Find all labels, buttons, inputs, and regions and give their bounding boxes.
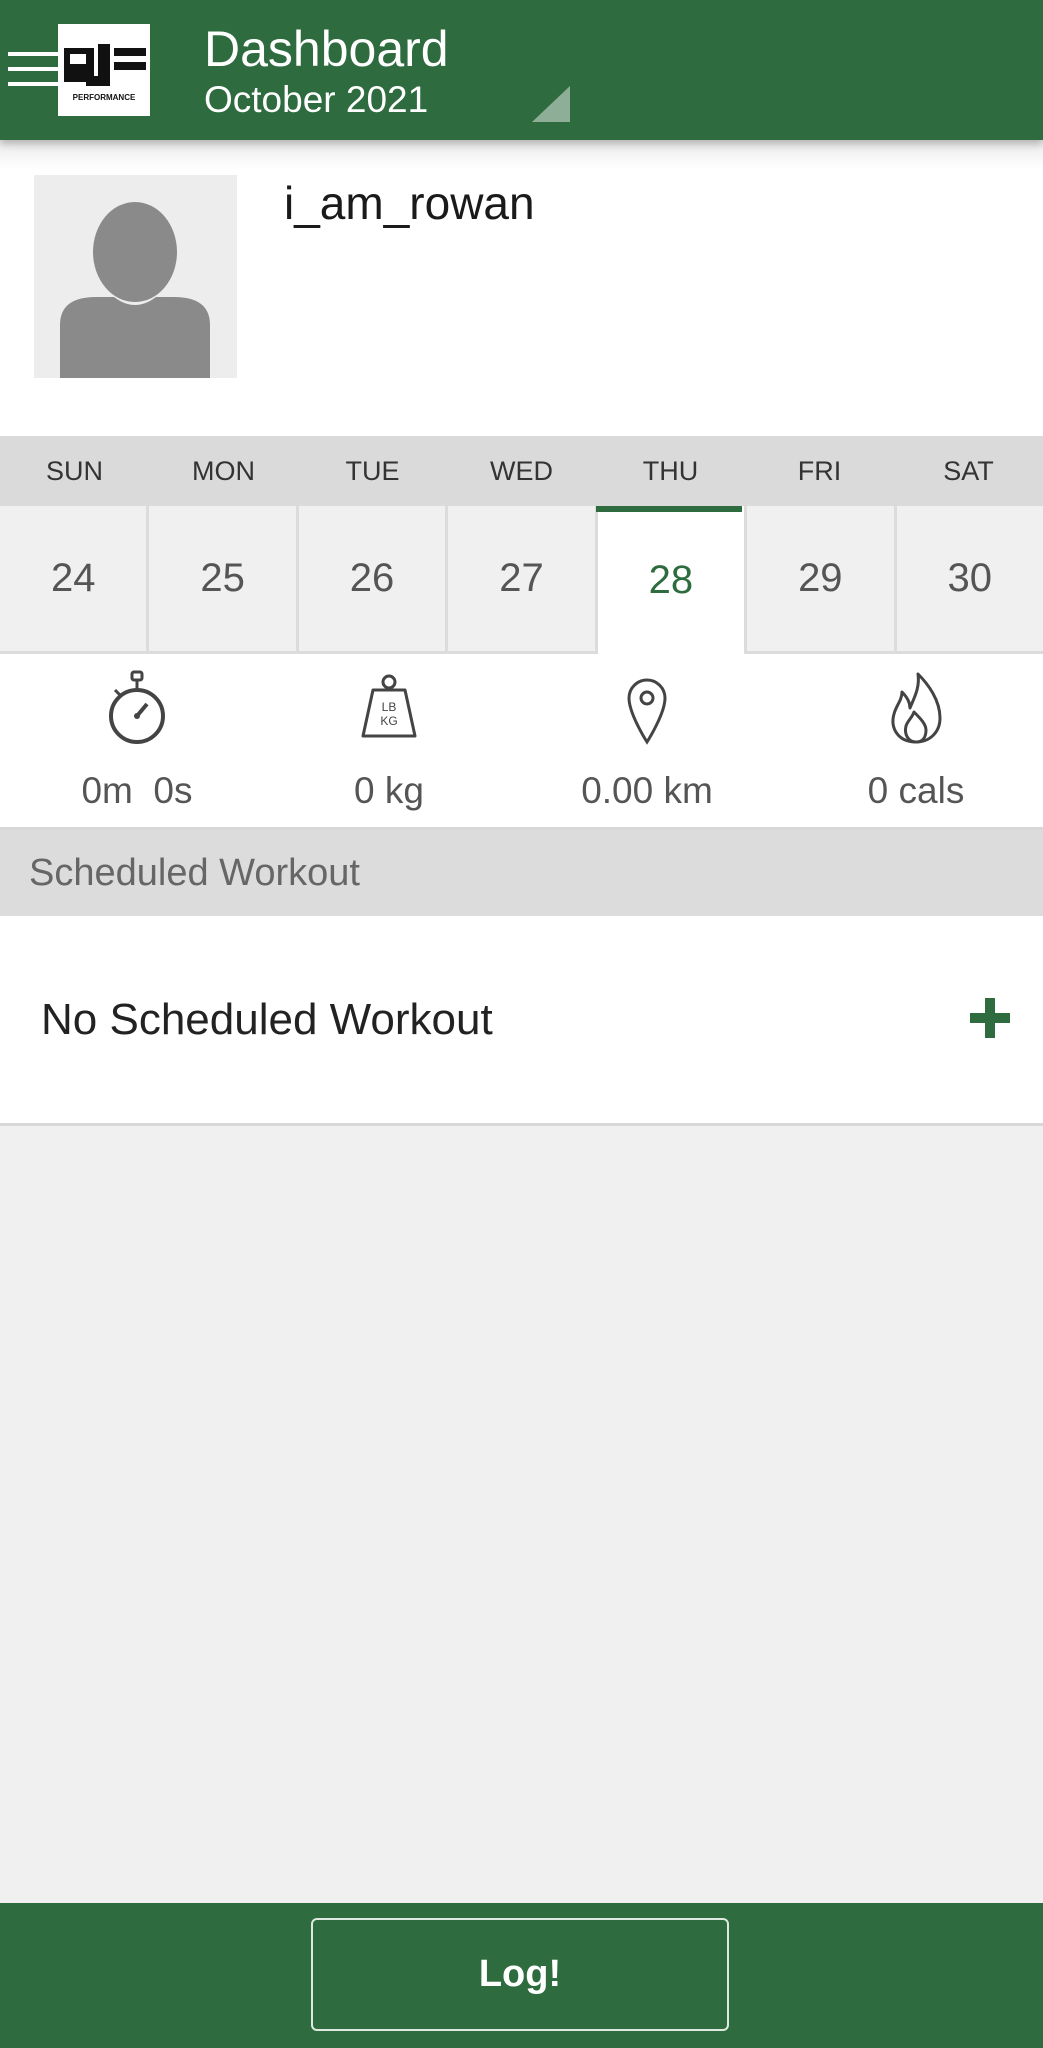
weight-value: 0 kg <box>354 770 424 811</box>
profile-section: i_am_rowan <box>0 140 1043 436</box>
duration-value: 0m 0s <box>81 770 193 811</box>
day-selector: 24 25 26 27 28 29 30 <box>0 506 1043 654</box>
menu-icon[interactable] <box>8 52 62 93</box>
distance-value: 0.00 km <box>581 770 713 811</box>
day-cell[interactable]: 27 <box>448 506 598 654</box>
stats-row: 0m 0s LB KG 0 kg 0.00 km 0 cals <box>0 654 1043 830</box>
calories-stat: 0 cals <box>786 654 1043 830</box>
duration-stat: 0m 0s <box>7 654 267 830</box>
default-avatar-icon[interactable] <box>34 175 237 378</box>
stopwatch-icon <box>109 670 165 744</box>
day-cell[interactable]: 25 <box>149 506 299 654</box>
header-shadow <box>0 140 1043 170</box>
selected-day-indicator <box>596 506 742 512</box>
weekday-label: FRI <box>797 456 842 486</box>
day-cell[interactable]: 26 <box>298 506 449 654</box>
app-logo: PERFORMANCE <box>58 24 150 116</box>
username: i_am_rowan <box>284 177 535 229</box>
weight-unit-lb: LB <box>382 700 397 714</box>
dropdown-triangle-icon[interactable] <box>532 86 570 127</box>
weight-icon: LB KG <box>361 674 417 738</box>
weekday-label: SAT <box>943 456 994 486</box>
empty-workout-text: No Scheduled Workout <box>41 995 493 1044</box>
calories-value: 0 cals <box>867 770 965 811</box>
distance-stat: 0.00 km <box>517 654 777 830</box>
flame-icon <box>891 672 942 744</box>
day-cell-selected[interactable]: 28 <box>597 506 748 654</box>
svg-text:PERFORMANCE: PERFORMANCE <box>73 93 136 102</box>
month-selector[interactable]: October 2021 <box>204 78 428 122</box>
weekday-label: TUE <box>345 456 400 486</box>
weekday-label: SUN <box>45 456 103 486</box>
bottom-bar: Log! <box>0 1903 1043 2048</box>
weight-stat: LB KG 0 kg <box>259 654 519 830</box>
day-cell[interactable]: 29 <box>747 506 897 654</box>
scheduled-workout-row[interactable]: No Scheduled Workout <box>0 916 1043 1126</box>
weekday-label: MON <box>192 456 255 486</box>
weekday-label: WED <box>490 456 553 486</box>
page-title: Dashboard <box>204 21 449 77</box>
location-pin-icon <box>627 678 667 745</box>
app-header: PERFORMANCE Dashboard October 2021 <box>0 0 1043 140</box>
weekday-header: SUN MON TUE WED THU FRI SAT <box>0 436 1043 506</box>
scheduled-workout-header: Scheduled Workout <box>0 830 1043 916</box>
weekday-label: THU <box>642 456 699 486</box>
weight-unit-kg: KG <box>380 714 397 728</box>
add-icon[interactable] <box>970 998 1010 1043</box>
day-cell[interactable]: 24 <box>0 506 150 654</box>
section-title: Scheduled Workout <box>29 852 360 894</box>
day-cell[interactable]: 30 <box>896 506 1043 654</box>
log-button[interactable]: Log! <box>311 1918 729 2031</box>
